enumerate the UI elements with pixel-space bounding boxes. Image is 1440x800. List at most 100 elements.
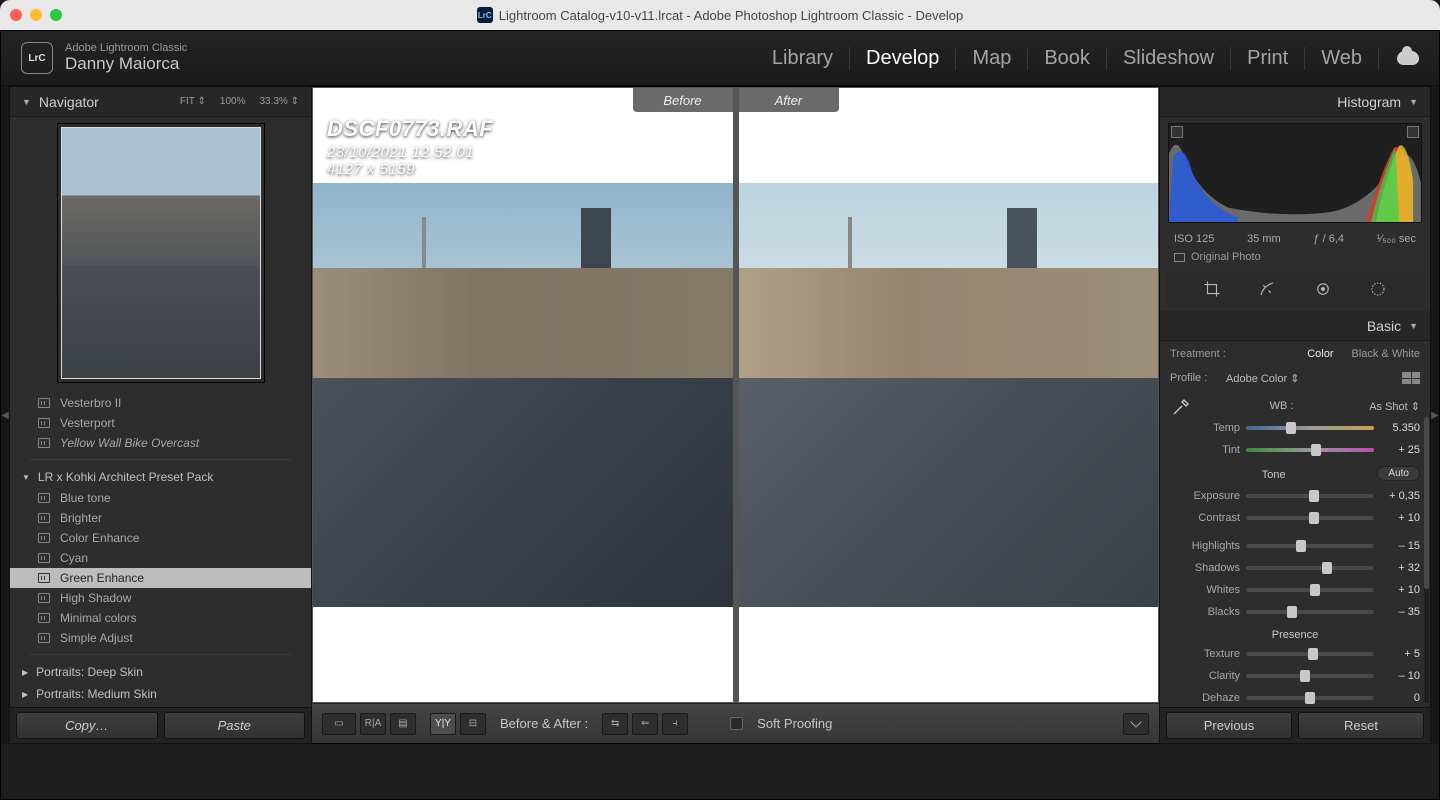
exif-row: ISO 125 35 mm ƒ / 6,4 ¹⁄₅₀₀ sec (1160, 229, 1430, 249)
swap-button[interactable]: ⇆ (602, 713, 628, 735)
preset-icon (38, 573, 50, 583)
preset-item[interactable]: Color Enhance (10, 528, 311, 548)
preset-item[interactable]: High Shadow (10, 588, 311, 608)
before-photo (313, 183, 733, 607)
crop-tool-icon[interactable] (1202, 279, 1222, 299)
redeye-tool-icon[interactable] (1313, 279, 1333, 299)
shadows-slider[interactable] (1246, 566, 1374, 570)
preset-item[interactable]: Blue tone (10, 488, 311, 508)
contrast-slider[interactable] (1246, 516, 1374, 520)
healing-tool-icon[interactable] (1257, 279, 1277, 299)
preset-group-header[interactable]: ▼LR x Kohki Architect Preset Pack (10, 466, 311, 488)
paste-button[interactable]: Paste (164, 712, 306, 739)
presence-section-label: Presence (1170, 629, 1420, 641)
temp-value[interactable]: 5.350 (1380, 422, 1420, 434)
dehaze-value[interactable]: 0 (1380, 692, 1420, 704)
module-book[interactable]: Book (1028, 47, 1107, 70)
before-pane[interactable]: Before DSCF0773.RAF 23/10/2021 12.52.01 … (313, 88, 733, 702)
preset-item[interactable]: Simple Adjust (10, 628, 311, 648)
right-scrollbar[interactable] (1424, 417, 1429, 703)
whites-value[interactable]: + 10 (1380, 584, 1420, 596)
preset-item[interactable]: Vesterbro II (10, 393, 311, 413)
nav-fit[interactable]: FIT ⇕ (180, 96, 206, 107)
cloud-sync-icon[interactable] (1397, 51, 1419, 65)
temp-slider[interactable] (1246, 426, 1374, 430)
ref-view-button-2[interactable]: ▤ (390, 713, 416, 735)
blacks-slider[interactable] (1246, 610, 1374, 614)
basic-panel-header[interactable]: Basic ▼ (1160, 311, 1430, 341)
contrast-value[interactable]: + 10 (1380, 512, 1420, 524)
loupe-view-button[interactable]: ▭ (322, 713, 356, 735)
treatment-color[interactable]: Color (1307, 348, 1333, 360)
module-develop[interactable]: Develop (850, 47, 956, 70)
right-edge-grip[interactable]: ▶ (1431, 86, 1439, 744)
navigator-thumbnail[interactable] (61, 127, 261, 379)
copy-before-button[interactable]: ⇐ (632, 713, 658, 735)
highlights-slider[interactable] (1246, 544, 1374, 548)
profile-browser-icon[interactable] (1402, 372, 1420, 384)
after-label: After (739, 88, 839, 112)
previous-button[interactable]: Previous (1166, 712, 1292, 739)
preset-item[interactable]: Brighter (10, 508, 311, 528)
preset-item[interactable]: Cyan (10, 548, 311, 568)
clarity-value[interactable]: – 10 (1380, 670, 1420, 682)
texture-value[interactable]: + 5 (1380, 648, 1420, 660)
masking-tool-icon[interactable] (1368, 279, 1388, 299)
shutter-label: ¹⁄₅₀₀ sec (1377, 233, 1416, 245)
treatment-bw[interactable]: Black & White (1352, 348, 1420, 360)
toolbar-menu-button[interactable] (1123, 713, 1149, 735)
histogram-title: Histogram (1337, 94, 1401, 110)
preset-item[interactable]: Minimal colors (10, 608, 311, 628)
module-library[interactable]: Library (756, 47, 850, 70)
histogram-chart[interactable] (1168, 123, 1422, 223)
highlights-value[interactable]: – 15 (1380, 540, 1420, 552)
preset-item[interactable]: Vesterport (10, 413, 311, 433)
left-edge-grip[interactable]: ◀ (1, 86, 9, 744)
preset-icon (38, 513, 50, 523)
app-header: LrC Adobe Lightroom Classic Danny Maiorc… (1, 31, 1439, 86)
compare-lr-button[interactable]: Y|Y (430, 713, 456, 735)
preset-group-collapsed[interactable]: ▶Portraits: Deep Skin (10, 661, 311, 683)
ref-view-button[interactable]: R|A (360, 713, 386, 735)
preset-item-selected[interactable]: Green Enhance (10, 568, 311, 588)
presets-list: Vesterbro II Vesterport Yellow Wall Bike… (10, 389, 311, 753)
compare-tb-button[interactable]: ⊟ (460, 713, 486, 735)
copy-button[interactable]: Copy… (16, 712, 158, 739)
blacks-value[interactable]: – 35 (1380, 606, 1420, 618)
disclosure-triangle-icon: ▶ (22, 690, 28, 699)
preset-icon (38, 593, 50, 603)
soft-proofing-checkbox[interactable] (730, 717, 743, 730)
original-photo-toggle[interactable]: Original Photo (1160, 249, 1430, 271)
tint-slider[interactable] (1246, 448, 1374, 452)
reset-button[interactable]: Reset (1298, 712, 1424, 739)
profile-value[interactable]: Adobe Color ⇕ (1226, 372, 1396, 385)
auto-tone-button[interactable]: Auto (1377, 466, 1420, 481)
tint-value[interactable]: + 25 (1380, 444, 1420, 456)
nav-zoom-100[interactable]: 100% (220, 96, 246, 107)
preset-item[interactable]: Yellow Wall Bike Overcast (10, 433, 311, 453)
disclosure-triangle-icon: ▼ (22, 473, 30, 482)
disclosure-triangle-icon: ▼ (1409, 97, 1418, 107)
exposure-slider[interactable] (1246, 494, 1374, 498)
soft-proofing-label: Soft Proofing (757, 716, 832, 731)
copy-after-button[interactable]: ⫞ (662, 713, 688, 735)
texture-slider[interactable] (1246, 652, 1374, 656)
histogram-header[interactable]: Histogram ▼ (1160, 87, 1430, 117)
module-web[interactable]: Web (1305, 47, 1379, 70)
center-workspace: Before DSCF0773.RAF 23/10/2021 12.52.01 … (312, 86, 1159, 744)
exposure-value[interactable]: + 0,35 (1380, 490, 1420, 502)
module-slideshow[interactable]: Slideshow (1107, 47, 1231, 70)
wb-value[interactable]: As Shot ⇕ (1369, 400, 1420, 413)
white-balance-picker-icon[interactable] (1170, 394, 1194, 418)
preset-group-collapsed[interactable]: ▶Portraits: Medium Skin (10, 683, 311, 705)
clarity-slider[interactable] (1246, 674, 1374, 678)
module-map[interactable]: Map (956, 47, 1028, 70)
shadows-value[interactable]: + 32 (1380, 562, 1420, 574)
dehaze-slider[interactable] (1246, 696, 1374, 700)
module-print[interactable]: Print (1231, 47, 1305, 70)
whites-slider[interactable] (1246, 588, 1374, 592)
navigator-header[interactable]: ▼ Navigator FIT ⇕ 100% 33.3% ⇕ (10, 87, 311, 117)
nav-zoom-33[interactable]: 33.3% ⇕ (259, 96, 299, 107)
after-pane[interactable]: After (739, 88, 1159, 702)
preset-icon (38, 553, 50, 563)
